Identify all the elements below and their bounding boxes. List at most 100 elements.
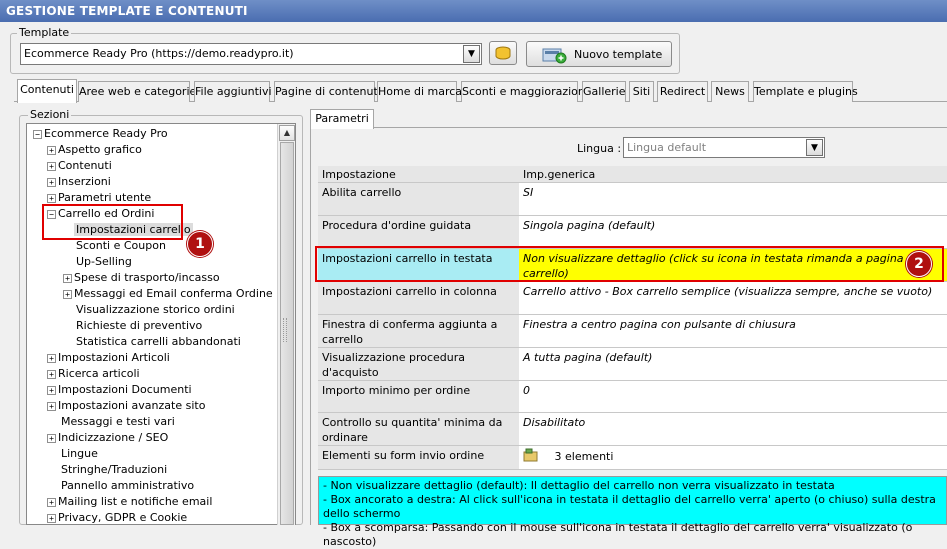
tab-redirect[interactable]: Redirect	[657, 81, 708, 102]
row-setting-value[interactable]: SI	[519, 183, 947, 215]
expand-icon[interactable]: +	[47, 161, 56, 171]
new-template-button[interactable]: Nuovo template	[526, 41, 672, 67]
expand-icon[interactable]: +	[47, 401, 56, 411]
lingua-label: Lingua :	[577, 142, 622, 155]
expand-icon[interactable]: +	[63, 289, 72, 299]
tab-siti[interactable]: Siti	[629, 81, 654, 102]
expand-icon[interactable]: +	[47, 177, 56, 187]
table-row[interactable]: Elementi su form invio ordine 3 elementi	[318, 446, 947, 470]
tree-node[interactable]: Up-Selling	[76, 254, 132, 270]
expand-icon[interactable]: +	[47, 513, 56, 523]
tree-node[interactable]: + Messaggi ed Email conferma Ordine	[63, 286, 273, 302]
sections-tree[interactable]: − Ecommerce Ready Pro + Aspetto grafico + C…	[26, 123, 296, 525]
description-line: - Box ancorato a destra: Al click sull'i…	[323, 493, 936, 520]
template-options-button[interactable]	[489, 41, 517, 65]
tab-home-di-marca[interactable]: Home di marca	[377, 81, 462, 102]
table-row[interactable]: Controllo su quantita' minima da ordinar…	[318, 413, 947, 446]
expand-icon[interactable]: +	[47, 193, 56, 203]
template-group-label: Template	[17, 26, 72, 39]
tab-file-aggiuntivi[interactable]: File aggiuntivi	[194, 81, 272, 102]
elements-icon	[523, 448, 538, 462]
tab-news[interactable]: News	[711, 81, 749, 102]
new-template-label: Nuovo template	[574, 48, 663, 61]
expand-icon[interactable]: +	[47, 353, 56, 363]
row-setting-name: Controllo su quantita' minima da ordinar…	[318, 413, 519, 445]
tree-node[interactable]: Lingue	[61, 446, 98, 462]
tree-node[interactable]: + Privacy, GDPR e Cookie	[47, 510, 187, 524]
lingua-select-value: Lingua default	[627, 141, 707, 154]
elements-count: 3 elementi	[554, 450, 614, 463]
annotation-marker-2: 2	[906, 251, 932, 277]
row-setting-name: Elementi su form invio ordine	[318, 446, 519, 469]
row-setting-name: Procedura d'ordine guidata	[318, 216, 519, 248]
tree-node[interactable]: + Impostazioni avanzate sito	[47, 398, 205, 414]
chevron-down-icon[interactable]: ▼	[463, 45, 480, 63]
annotation-box-1	[42, 204, 183, 240]
tree-node[interactable]: + Indicizzazione / SEO	[47, 430, 168, 446]
scroll-up-icon[interactable]: ▲	[279, 125, 295, 141]
tab-template-e-plugins[interactable]: Template e plugins	[753, 81, 858, 102]
tree-node[interactable]: Richieste di preventivo	[76, 318, 202, 334]
row-setting-value[interactable]: Carrello attivo - Box carrello semplice …	[519, 282, 947, 314]
tree-node[interactable]: + Impostazioni Documenti	[47, 382, 192, 398]
expand-icon[interactable]: +	[63, 273, 72, 283]
tab-gallerie[interactable]: Gallerie	[582, 81, 626, 102]
tab-aree-web-e-categorie[interactable]: Aree web e categorie	[78, 81, 196, 102]
header-impostazione: Impostazione	[318, 166, 519, 182]
tree-node[interactable]: + Aspetto grafico	[47, 142, 142, 158]
tab-sconti-e-maggiorazioni[interactable]: Sconti e maggiorazioni	[461, 81, 588, 102]
row-setting-name: Importo minimo per ordine	[318, 381, 519, 412]
table-row[interactable]: Finestra di conferma aggiunta a carrello…	[318, 315, 947, 348]
splitter-handle[interactable]	[283, 318, 287, 342]
row-setting-value[interactable]: A tutta pagina (default)	[519, 348, 947, 380]
tree-node[interactable]: + Contenuti	[47, 158, 112, 174]
annotation-marker-1: 1	[187, 231, 213, 257]
tree-node[interactable]: + Mailing list e notifiche email	[47, 494, 212, 510]
database-icon	[495, 46, 511, 60]
tree-node[interactable]: Stringhe/Traduzioni	[61, 462, 167, 478]
table-row[interactable]: Visualizzazione procedura d'acquisto A t…	[318, 348, 947, 381]
tree-node[interactable]: + Spese di trasporto/incasso	[63, 270, 220, 286]
expand-icon[interactable]: +	[47, 385, 56, 395]
row-setting-value[interactable]: Disabilitato	[519, 413, 947, 445]
tree-node[interactable]: Statistica carrelli abbandonati	[76, 334, 241, 350]
tree-node[interactable]: + Ricerca articoli	[47, 366, 140, 382]
description-line: - Box a scomparsa: Passando con il mouse…	[323, 521, 913, 548]
row-setting-name: Visualizzazione procedura d'acquisto	[318, 348, 519, 380]
tree-node[interactable]: + Inserzioni	[47, 174, 111, 190]
tab-contenuti[interactable]: Contenuti	[17, 79, 77, 103]
expand-icon[interactable]: +	[47, 497, 56, 507]
tree-node[interactable]: + Impostazioni Articoli	[47, 350, 170, 366]
row-setting-value[interactable]: 0	[519, 381, 947, 412]
template-select[interactable]: Ecommerce Ready Pro (https://demo.readyp…	[20, 43, 482, 65]
tree-node[interactable]: Sconti e Coupon	[76, 238, 166, 254]
expand-icon[interactable]: +	[47, 433, 56, 443]
tree-node[interactable]: Visualizzazione storico ordini	[76, 302, 235, 318]
table-row[interactable]: Procedura d'ordine guidata Singola pagin…	[318, 216, 947, 249]
annotation-box-2	[315, 246, 944, 282]
tree-node[interactable]: Messaggi e testi vari	[61, 414, 175, 430]
template-select-value: Ecommerce Ready Pro (https://demo.readyp…	[24, 47, 294, 60]
app-title: GESTIONE TEMPLATE E CONTENUTI	[0, 0, 947, 22]
table-header-row: Impostazione Imp.generica	[318, 166, 947, 183]
collapse-icon[interactable]: −	[33, 129, 42, 139]
expand-icon[interactable]: +	[47, 369, 56, 379]
header-imp-generica: Imp.generica	[519, 166, 947, 182]
row-setting-value[interactable]: 3 elementi	[519, 446, 947, 469]
row-setting-value[interactable]: Finestra a centro pagina con pulsante di…	[519, 315, 947, 347]
tree-node[interactable]: − Ecommerce Ready Pro	[33, 126, 168, 142]
row-setting-name: Abilita carrello	[318, 183, 519, 215]
expand-icon[interactable]: +	[47, 145, 56, 155]
tree-node[interactable]: Pannello amministrativo	[61, 478, 194, 494]
table-row[interactable]: Abilita carrello SI	[318, 183, 947, 216]
lingua-select[interactable]: Lingua default ▼	[623, 137, 825, 158]
tab-parametri[interactable]: Parametri	[310, 109, 374, 129]
setting-description: - Non visualizzare dettaglio (default): …	[318, 476, 947, 548]
table-row[interactable]: Impostazioni carrello in colonna Carrell…	[318, 282, 947, 315]
chevron-down-icon[interactable]: ▼	[806, 139, 823, 156]
table-row[interactable]: Importo minimo per ordine 0	[318, 381, 947, 413]
sezioni-label: Sezioni	[28, 108, 72, 121]
tab-pagine-di-contenuti[interactable]: Pagine di contenuti	[274, 81, 381, 102]
new-template-icon	[542, 48, 567, 64]
row-setting-value[interactable]: Singola pagina (default)	[519, 216, 947, 248]
